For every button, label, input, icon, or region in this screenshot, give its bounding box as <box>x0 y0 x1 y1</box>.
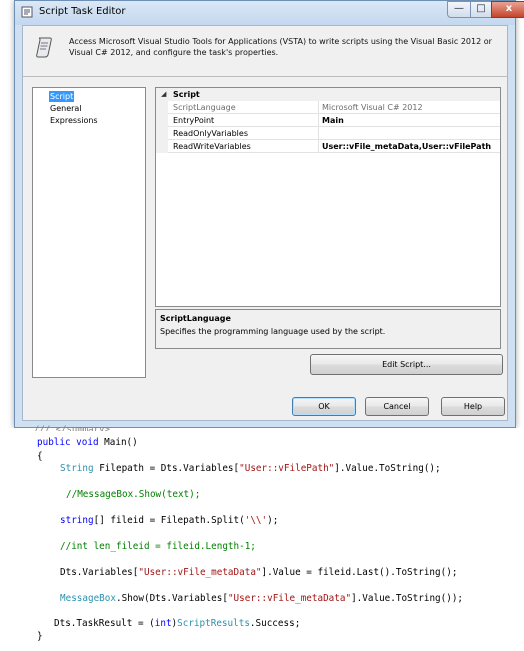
script-scroll-icon <box>36 37 52 58</box>
property-row-readwritevariables[interactable]: ReadWriteVariables User::vFile_metaData,… <box>156 140 500 153</box>
description-text: Specifies the programming language used … <box>160 327 386 336</box>
code-token: { <box>37 451 43 462</box>
category-label: Script <box>173 90 200 99</box>
code-token: Main() <box>104 437 138 448</box>
property-row-scriptlanguage[interactable]: ScriptLanguage Microsoft Visual C# 2012 <box>156 101 500 114</box>
code-token: ].Value = fileid.Last().ToString(); <box>261 567 458 578</box>
property-value: Microsoft Visual C# 2012 <box>322 103 423 112</box>
script-task-editor-dialog: Script Task Editor — □ x Access Microsof… <box>14 0 524 428</box>
property-description-panel: ScriptLanguage Specifies the programming… <box>155 309 501 349</box>
code-line-partial: /// </summary> <box>34 425 110 431</box>
row-gutter <box>156 114 168 127</box>
header-description: Access Microsoft Visual Studio Tools for… <box>69 37 492 57</box>
code-token: //MessageBox.Show(text); <box>66 489 201 500</box>
code-token: ); <box>267 515 279 526</box>
property-name: EntryPoint <box>173 116 215 125</box>
nav-item-script[interactable]: Script <box>49 91 75 102</box>
code-token: .Success; <box>249 618 301 629</box>
property-name: ReadWriteVariables <box>173 142 251 151</box>
property-row-readonlyvariables[interactable]: ReadOnlyVariables <box>156 127 500 140</box>
code-line: //int len_fileid = fileid.Length-1; <box>60 541 256 552</box>
property-name: ScriptLanguage <box>173 103 236 112</box>
code-line: String Filepath = Dts.Variables["User::v… <box>60 463 441 474</box>
nav-item-expressions[interactable]: Expressions <box>49 115 99 126</box>
column-divider <box>318 140 319 153</box>
header-divider <box>23 76 507 77</box>
minimize-button[interactable]: — <box>447 1 471 18</box>
cancel-button[interactable]: Cancel <box>365 397 429 416</box>
ok-button[interactable]: OK <box>292 397 356 416</box>
description-title: ScriptLanguage <box>160 314 231 323</box>
code-token: Dts.Variables[ <box>60 567 139 578</box>
column-divider <box>318 101 319 114</box>
code-token: Dts.TaskResult = ( <box>54 618 155 629</box>
code-token: .Show(Dts.Variables[ <box>115 593 228 604</box>
dialog-header: Access Microsoft Visual Studio Tools for… <box>23 26 507 72</box>
code-token: ].Value.ToString(); <box>334 463 441 474</box>
code-token: ].Value.ToString()); <box>351 593 464 604</box>
row-gutter <box>156 127 168 140</box>
code-line: } <box>37 631 43 642</box>
code-token: "User::vFile_metaData" <box>227 593 352 604</box>
code-token: '\\' <box>244 515 268 526</box>
window-title: Script Task Editor <box>39 6 126 17</box>
dialog-client-area: Access Microsoft Visual Studio Tools for… <box>22 25 508 421</box>
code-line: Dts.TaskResult = (int)ScriptResults.Succ… <box>54 618 300 629</box>
script-task-icon <box>21 6 33 18</box>
property-value[interactable]: User::vFile_metaData,User::vFilePath <box>322 142 491 151</box>
code-token: public void <box>37 437 105 448</box>
close-button[interactable]: x <box>491 1 524 18</box>
code-token: ScriptResults <box>177 618 250 629</box>
code-token: "User::vFilePath" <box>239 463 335 474</box>
property-value[interactable]: Main <box>322 116 344 125</box>
code-line: MessageBox.Show(Dts.Variables["User::vFi… <box>60 593 463 604</box>
code-token: String <box>60 463 94 474</box>
code-token: MessageBox <box>60 593 116 604</box>
code-token: int <box>154 618 172 629</box>
column-divider <box>318 114 319 127</box>
property-row-entrypoint[interactable]: EntryPoint Main <box>156 114 500 127</box>
code-line: public void Main() <box>37 437 138 448</box>
row-gutter <box>156 101 168 114</box>
code-line: //MessageBox.Show(text); <box>66 489 200 500</box>
code-editor: /// </summary> public void Main() { Stri… <box>0 425 524 651</box>
property-grid: ◢ Script ScriptLanguage Microsoft Visual… <box>155 87 501 307</box>
code-token: } <box>37 631 43 642</box>
code-line: { <box>37 451 43 462</box>
code-line: string[] fileid = Filepath.Split('\\'); <box>60 515 278 526</box>
help-button[interactable]: Help <box>441 397 505 416</box>
collapse-arrow-icon[interactable]: ◢ <box>161 90 166 98</box>
code-token: "User::vFile_metaData" <box>138 567 262 578</box>
code-token: [] fileid = Filepath.Split( <box>93 515 245 526</box>
row-gutter <box>156 140 168 153</box>
page-tree: Script General Expressions <box>32 87 146 378</box>
column-divider <box>318 127 319 140</box>
property-name: ReadOnlyVariables <box>173 129 248 138</box>
code-token: Filepath = Dts.Variables[ <box>93 463 240 474</box>
code-line: Dts.Variables["User::vFile_metaData"].Va… <box>60 567 457 578</box>
property-category-script[interactable]: ◢ Script <box>156 88 500 101</box>
title-bar: Script Task Editor — □ x <box>15 1 524 25</box>
edit-script-button[interactable]: Edit Script... <box>310 354 503 375</box>
code-token: //int len_fileid = fileid.Length-1; <box>60 541 256 552</box>
maximize-button[interactable]: □ <box>470 1 492 18</box>
nav-item-general[interactable]: General <box>49 103 83 114</box>
code-token: string <box>60 515 94 526</box>
